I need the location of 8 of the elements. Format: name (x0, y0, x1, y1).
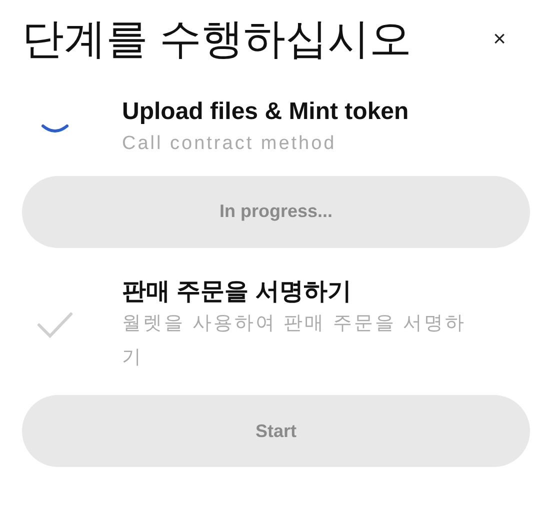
step-description: 월렛을 사용하여 판매 주문을 서명하기 (122, 312, 468, 370)
close-button[interactable]: × (487, 28, 512, 50)
checkmark-icon (37, 311, 73, 340)
step-title: Upload files & Mint token (122, 97, 410, 128)
step-description: Call contract method (122, 132, 338, 156)
step-title: 판매 주문을 서명하기 (122, 276, 352, 307)
spinner-icon (41, 124, 69, 134)
dialog-title: 단계를 수행하십시오 (22, 16, 412, 62)
